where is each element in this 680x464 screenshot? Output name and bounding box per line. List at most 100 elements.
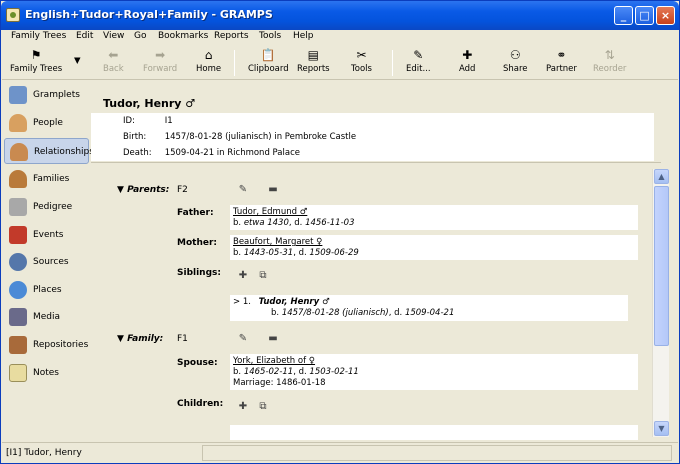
reports-button[interactable]: ▤ Reports	[297, 48, 330, 74]
arrow-left-icon: ⬅	[108, 48, 119, 62]
sidebar-item-label: Gramplets	[33, 90, 80, 100]
sidebar-item-label: Pedigree	[33, 202, 73, 212]
share-child-icon[interactable]: ⧉	[257, 401, 269, 413]
sidebar-item-label: Media	[33, 312, 61, 322]
close-button[interactable]: ×	[656, 6, 675, 25]
sibling-card[interactable]: > 1. Tudor, Henry ♂ b. 1457/8-01-28 (jul…	[230, 295, 628, 321]
reports-icon: ▤	[307, 48, 319, 62]
expander-icon: ▼	[117, 334, 128, 344]
sidebar-item-gramplets[interactable]: Gramplets	[4, 82, 89, 108]
edit-button[interactable]: ✎ Edit...	[406, 48, 431, 74]
tools-icon: ✂	[356, 48, 367, 62]
add-child-icon[interactable]: ✚	[237, 401, 249, 413]
status-text: [I1] Tudor, Henry	[6, 448, 82, 458]
add-person-icon: ✚	[462, 48, 473, 62]
birth-row: Birth: 1457/8-01-28 (julianisch) in Pemb…	[123, 132, 356, 142]
toolbar-separator	[234, 50, 235, 76]
menu-tools[interactable]: Tools	[259, 31, 281, 41]
reports-label: Reports	[297, 64, 330, 74]
menu-view[interactable]: View	[103, 31, 124, 41]
scroll-up-button[interactable]: ▲	[654, 169, 669, 184]
tools-button[interactable]: ✂ Tools	[351, 48, 372, 74]
tools-label: Tools	[351, 64, 372, 74]
add-label: Add	[459, 64, 476, 74]
spouse-label: Spouse:	[177, 358, 218, 368]
sibling-row: > 1. Tudor, Henry ♂	[233, 297, 625, 308]
family-trees-button[interactable]: ⚑ Family Trees	[10, 48, 62, 74]
sidebar-item-label: Relationships	[34, 147, 94, 157]
menu-edit[interactable]: Edit	[76, 31, 93, 41]
remove-family-icon[interactable]: ▬	[267, 333, 279, 345]
status-bar: [I1] Tudor, Henry	[2, 442, 678, 463]
sidebar-item-notes[interactable]: Notes	[4, 360, 89, 386]
share-sibling-icon[interactable]: ⧉	[257, 270, 269, 282]
mother-card[interactable]: Beaufort, Margaret ♀ b. 1443-05-31, d. 1…	[230, 235, 638, 260]
scroll-down-button[interactable]: ▼	[654, 421, 669, 436]
divider	[91, 162, 661, 163]
back-label: Back	[103, 64, 124, 74]
spouse-name-link[interactable]: York, Elizabeth of ♀	[233, 356, 635, 367]
death-label: Death:	[123, 148, 152, 158]
spouse-card[interactable]: York, Elizabeth of ♀ b. 1465-02-11, d. 1…	[230, 354, 638, 390]
edit-family-icon[interactable]: ✎	[237, 333, 249, 345]
expander-icon: ▼	[117, 185, 128, 195]
forward-label: Forward	[143, 64, 178, 74]
minimize-button[interactable]: _	[614, 6, 633, 25]
sidebar-item-relationships[interactable]: Relationships	[4, 138, 94, 164]
pedigree-icon	[9, 198, 27, 216]
home-label: Home	[196, 64, 222, 74]
home-button[interactable]: ⌂ Home	[196, 48, 221, 74]
clipboard-button[interactable]: 📋 Clipboard	[248, 48, 289, 74]
menu-bookmarks[interactable]: Bookmarks	[158, 31, 208, 41]
active-person-name[interactable]: Tudor, Henry ♂	[103, 97, 195, 110]
sidebar-item-events[interactable]: Events	[4, 222, 89, 248]
father-name-link[interactable]: Tudor, Edmund ♂	[233, 207, 635, 218]
family-header[interactable]: ▼ Family:	[117, 334, 163, 344]
menu-help[interactable]: Help	[293, 31, 314, 41]
mother-name-link[interactable]: Beaufort, Margaret ♀	[233, 237, 635, 248]
marriage-event: Marriage: 1486-01-18	[233, 378, 326, 388]
notes-icon	[9, 364, 27, 382]
mother-dates: b. 1443-05-31, d. 1509-06-29	[233, 248, 359, 258]
parents-header[interactable]: ▼ Parents:	[117, 185, 169, 195]
id-row: ID: I1	[123, 116, 173, 126]
sidebar-item-label: Places	[33, 285, 62, 295]
sibling-name[interactable]: Tudor, Henry ♂	[259, 297, 330, 307]
sidebar-item-label: Notes	[33, 368, 59, 378]
father-card[interactable]: Tudor, Edmund ♂ b. etwa 1430, d. 1456-11…	[230, 205, 638, 230]
window-title: English+Tudor+Royal+Family - GRAMPS	[25, 8, 273, 21]
arrow-right-icon: ➡	[155, 48, 166, 62]
add-button[interactable]: ✚ Add	[459, 48, 475, 74]
menu-go[interactable]: Go	[134, 31, 146, 41]
sidebar-item-families[interactable]: Families	[4, 166, 89, 192]
status-panel	[202, 445, 672, 461]
remove-family-icon[interactable]: ▬	[267, 184, 279, 196]
vertical-scrollbar[interactable]: ▲ ▼	[652, 169, 669, 437]
gramps-window: English+Tudor+Royal+Family - GRAMPS _ □ …	[0, 0, 680, 464]
maximize-button[interactable]: □	[635, 6, 654, 25]
partner-button[interactable]: ⚭ Partner	[546, 48, 577, 74]
sidebar-item-places[interactable]: Places	[4, 277, 89, 303]
sidebar-item-pedigree[interactable]: Pedigree	[4, 194, 89, 220]
family-trees-icon: ⚑	[30, 48, 42, 62]
add-sibling-icon[interactable]: ✚	[237, 270, 249, 282]
globe-icon	[9, 281, 27, 299]
back-button[interactable]: ⬅ Back	[103, 48, 124, 74]
scroll-thumb[interactable]	[654, 186, 669, 346]
parents-header-label: Parents:	[127, 185, 170, 195]
family-trees-dropdown[interactable]: ▼	[74, 56, 81, 66]
share-button[interactable]: ⚇ Share	[503, 48, 528, 74]
edit-family-icon[interactable]: ✎	[237, 184, 249, 196]
sidebar-item-repositories[interactable]: Repositories	[4, 332, 89, 358]
reorder-button[interactable]: ⇅ Reorder	[593, 48, 626, 74]
child-card-partial[interactable]	[230, 425, 638, 440]
sidebar-item-media[interactable]: Media	[4, 304, 89, 330]
menu-reports[interactable]: Reports	[214, 31, 249, 41]
forward-button[interactable]: ➡ Forward	[143, 48, 177, 74]
home-icon: ⌂	[204, 48, 213, 62]
title-bar[interactable]: English+Tudor+Royal+Family - GRAMPS _ □ …	[1, 1, 679, 30]
sidebar-item-people[interactable]: People	[4, 110, 89, 136]
sidebar-item-sources[interactable]: Sources	[4, 249, 89, 275]
mother-label: Mother:	[177, 238, 217, 248]
menu-family-trees[interactable]: Family Trees	[11, 31, 66, 41]
